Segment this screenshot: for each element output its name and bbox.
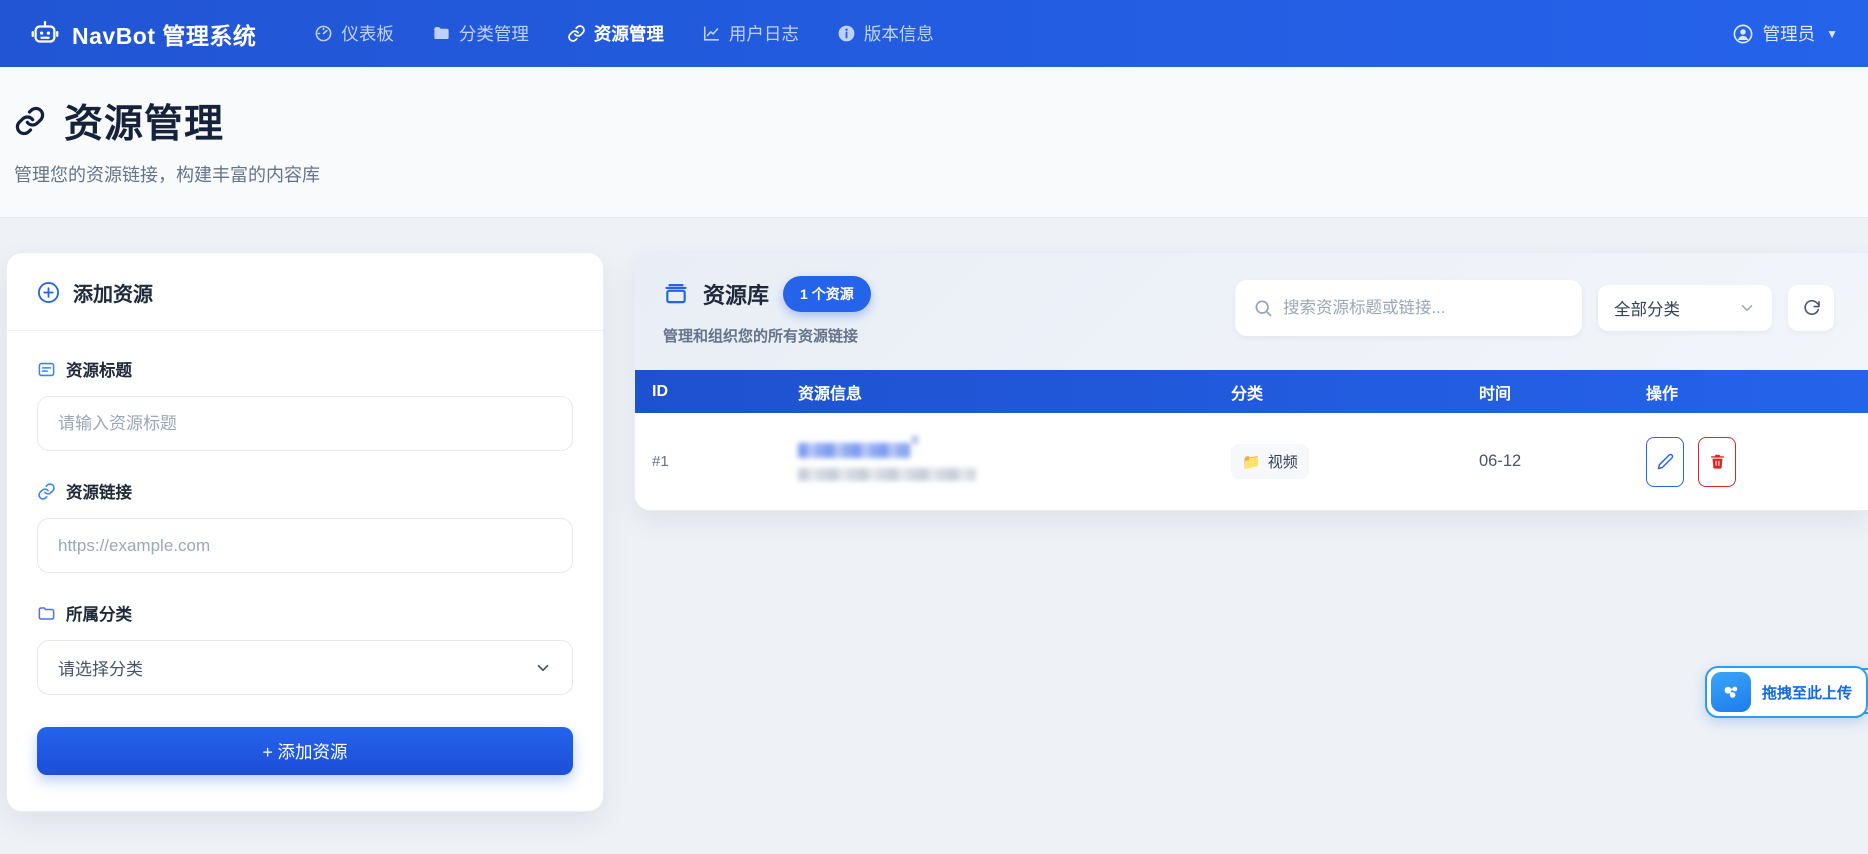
- field-resource-url: 资源链接: [37, 479, 573, 573]
- resource-title-input[interactable]: [37, 396, 573, 451]
- library-controls: 全部分类: [1235, 280, 1834, 336]
- edit-button[interactable]: [1646, 437, 1684, 487]
- pencil-icon: [1657, 453, 1674, 470]
- field-label: 资源链接: [66, 479, 132, 503]
- page-header: 资源管理 管理您的资源链接，构建丰富的内容库: [0, 67, 1868, 218]
- folder-icon: [432, 24, 451, 43]
- folder-outline-icon: [37, 604, 56, 623]
- nav-item-label: 资源管理: [594, 21, 664, 46]
- drag-upload-target[interactable]: 拖拽至此上传: [1705, 666, 1868, 718]
- user-icon: [1732, 23, 1754, 45]
- table-row: #1 📁 视频 06-12: [635, 413, 1868, 510]
- col-header-time: 时间: [1462, 380, 1629, 404]
- page-subtitle: 管理您的资源链接，构建丰富的内容库: [14, 161, 1838, 187]
- resource-count-badge: 1 个资源: [783, 276, 871, 312]
- nav-item-label: 版本信息: [864, 21, 934, 46]
- add-resource-button[interactable]: + 添加资源: [37, 727, 573, 775]
- link-icon: [37, 482, 56, 501]
- redacted-resource-title: [798, 443, 910, 458]
- upload-widget: 传 拖拽至此上传: [1705, 666, 1868, 718]
- nav-item-dashboard[interactable]: 仪表板: [314, 21, 394, 46]
- card-text-icon: [37, 360, 56, 379]
- refresh-button[interactable]: [1788, 285, 1834, 331]
- add-resource-card: 添加资源 资源标题 资源链接: [6, 252, 604, 812]
- row-date: 06-12: [1462, 452, 1629, 471]
- add-card-title: 添加资源: [73, 278, 153, 307]
- chart-icon: [702, 24, 721, 43]
- category-select[interactable]: 请选择分类: [37, 640, 573, 695]
- user-menu[interactable]: 管理员 ▼: [1732, 21, 1838, 46]
- folder-emoji-icon: 📁: [1242, 453, 1261, 471]
- nav-item-label: 分类管理: [459, 21, 529, 46]
- search-icon: [1253, 298, 1273, 318]
- top-navbar: NavBot 管理系统 仪表板 分类管理 资源管理 用户日志: [0, 0, 1868, 67]
- nav-item-label: 仪表板: [341, 21, 394, 46]
- category-filter-value: 全部分类: [1614, 296, 1680, 320]
- resource-url-input[interactable]: [37, 518, 573, 573]
- col-header-actions: 操作: [1629, 380, 1868, 404]
- category-select-value: 请选择分类: [58, 655, 143, 680]
- gauge-icon: [314, 24, 333, 43]
- nav-item-categories[interactable]: 分类管理: [432, 21, 529, 46]
- col-header-id: ID: [635, 383, 781, 401]
- library-header: 资源库 1 个资源 管理和组织您的所有资源链接 全部分类: [635, 253, 1868, 370]
- delete-button[interactable]: [1698, 437, 1736, 487]
- upload-label: 拖拽至此上传: [1762, 682, 1852, 703]
- page-title: 资源管理: [64, 93, 224, 149]
- chevron-down-icon: [534, 659, 552, 677]
- resource-table: ID 资源信息 分类 时间 操作 #1 📁 视频 06-12: [635, 370, 1868, 510]
- chevron-down-icon: [1738, 299, 1756, 317]
- archive-icon: [663, 281, 689, 307]
- link-icon: [14, 105, 46, 137]
- table-header-row: ID 资源信息 分类 时间 操作: [635, 370, 1868, 413]
- col-header-info: 资源信息: [781, 380, 1214, 404]
- netdisk-icon: [1711, 672, 1751, 712]
- row-category: 📁 视频: [1214, 444, 1462, 479]
- category-badge: 📁 视频: [1231, 444, 1309, 479]
- library-title: 资源库: [703, 278, 769, 310]
- brand[interactable]: NavBot 管理系统: [30, 17, 256, 51]
- nav-item-resources[interactable]: 资源管理: [567, 21, 664, 46]
- category-filter-select[interactable]: 全部分类: [1598, 285, 1772, 331]
- trash-icon: [1709, 453, 1726, 470]
- link-icon: [567, 24, 586, 43]
- nav-item-label: 用户日志: [729, 21, 799, 46]
- refresh-icon: [1802, 299, 1821, 318]
- main-content: 添加资源 资源标题 资源链接: [0, 218, 1868, 812]
- main-nav: 仪表板 分类管理 资源管理 用户日志: [314, 21, 934, 46]
- row-resource-info: [781, 443, 1214, 481]
- category-badge-label: 视频: [1268, 451, 1298, 472]
- field-label: 所属分类: [66, 601, 132, 625]
- nav-item-logs[interactable]: 用户日志: [702, 21, 799, 46]
- field-resource-category: 所属分类 请选择分类: [37, 601, 573, 695]
- brand-title: NavBot 管理系统: [72, 17, 256, 51]
- chevron-down-icon: ▼: [1826, 27, 1838, 41]
- nav-item-version[interactable]: 版本信息: [837, 21, 934, 46]
- row-actions: [1629, 437, 1868, 487]
- robot-logo-icon: [30, 19, 60, 49]
- plus-circle-icon: [37, 281, 60, 304]
- row-id: #1: [635, 453, 781, 470]
- redacted-resource-url: [798, 468, 976, 481]
- user-name: 管理员: [1763, 21, 1816, 46]
- resource-library-card: 资源库 1 个资源 管理和组织您的所有资源链接 全部分类: [634, 252, 1868, 511]
- col-header-category: 分类: [1214, 380, 1462, 404]
- search-box[interactable]: [1235, 280, 1582, 336]
- field-resource-title: 资源标题: [37, 357, 573, 451]
- field-label: 资源标题: [66, 357, 132, 381]
- info-icon: [837, 24, 856, 43]
- search-input[interactable]: [1283, 299, 1564, 318]
